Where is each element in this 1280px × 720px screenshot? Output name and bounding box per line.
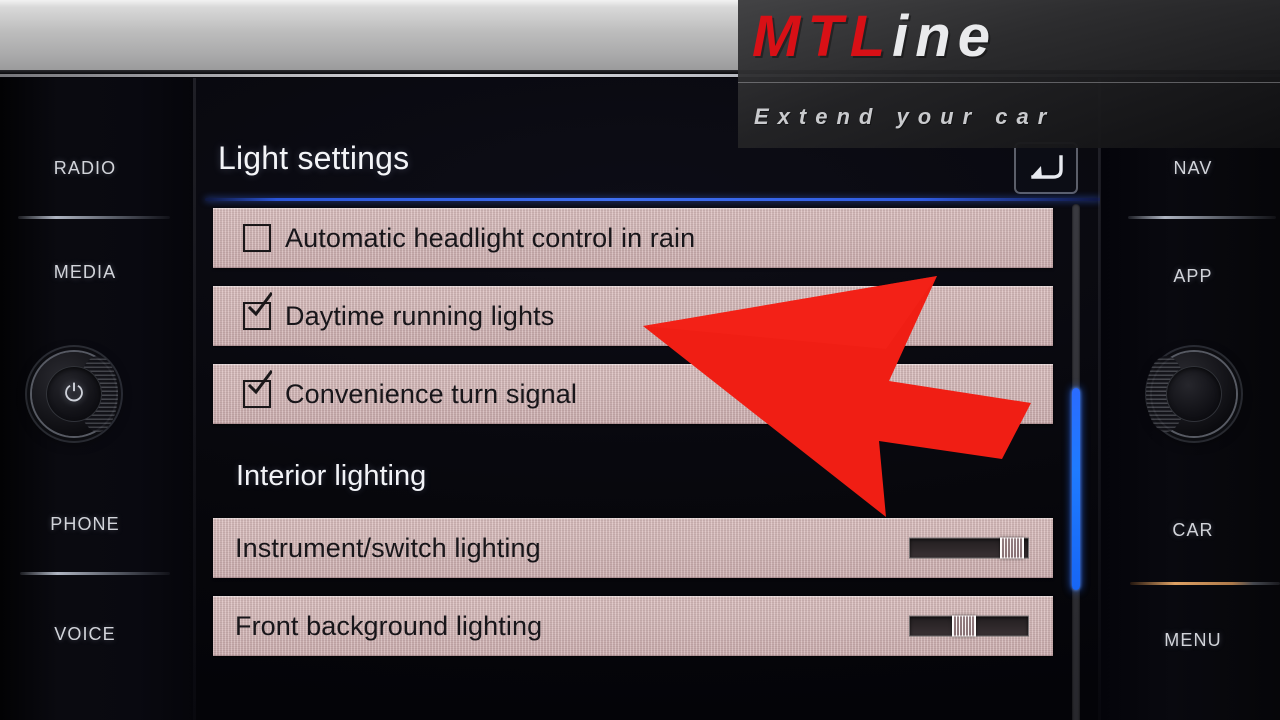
- slider-thumb[interactable]: [1000, 537, 1024, 559]
- watermark-tagline: Extend your car: [754, 104, 1056, 129]
- bezel-button-app[interactable]: APP: [1108, 266, 1278, 287]
- bezel-button-radio[interactable]: RADIO: [0, 158, 170, 179]
- list-item-daytime-running-lights[interactable]: Daytime running lights: [213, 286, 1053, 346]
- list-item-label: Front background lighting: [235, 610, 543, 641]
- bezel-button-media[interactable]: MEDIA: [0, 262, 170, 283]
- bezel-button-voice[interactable]: VOICE: [0, 624, 170, 645]
- bezel-separator-left-bottom: [20, 572, 170, 575]
- checkbox-daytime-running-lights[interactable]: [243, 292, 272, 330]
- bezel-label-nav: NAV: [1173, 158, 1213, 178]
- bezel-separator-right-top: [1128, 216, 1276, 219]
- list-item-label: Automatic headlight control in rain: [285, 222, 696, 253]
- check-icon: [247, 292, 272, 317]
- watermark-hairline: [738, 82, 1280, 83]
- bezel-label-car: CAR: [1172, 520, 1214, 540]
- checkbox-convenience-turn-signal[interactable]: [243, 370, 272, 408]
- slider-front-background-lighting[interactable]: [909, 615, 1029, 637]
- infotainment-screen: Light settings Automatic headlight contr…: [196, 78, 1100, 720]
- page-title: Light settings: [218, 140, 410, 176]
- list-item-front-background-lighting[interactable]: Front background lighting: [213, 596, 1053, 656]
- list-item-label: Convenience turn signal: [285, 378, 577, 409]
- scrollbar-thumb[interactable]: [1072, 388, 1080, 590]
- power-volume-knob[interactable]: ⏻: [32, 352, 118, 436]
- bezel-label-phone: PHONE: [50, 514, 120, 534]
- bezel-button-phone[interactable]: PHONE: [0, 514, 170, 535]
- watermark-title-white: ine: [892, 4, 997, 69]
- checkbox-automatic-headlight-control[interactable]: [243, 224, 271, 252]
- bezel-label-radio: RADIO: [53, 158, 117, 178]
- bezel-button-nav[interactable]: NAV: [1108, 158, 1278, 179]
- bezel-button-menu[interactable]: MENU: [1108, 630, 1278, 651]
- list-item-label: Instrument/switch lighting: [235, 532, 541, 563]
- bezel-separator-right-bottom: [1130, 582, 1280, 585]
- watermark-logo: MTLine Extend your car: [738, 0, 1280, 148]
- section-heading-interior-lighting: Interior lighting: [236, 460, 427, 492]
- watermark-title-red: MTL: [752, 4, 893, 69]
- head-unit-screenshot: RADIO MEDIA ⏻ PHONE VOICE NAV APP CAR ME…: [0, 0, 1280, 720]
- bezel-button-car[interactable]: CAR: [1108, 520, 1278, 541]
- bezel-label-menu: MENU: [1164, 630, 1222, 650]
- list-item-automatic-headlight-control[interactable]: Automatic headlight control in rain: [213, 208, 1053, 268]
- bezel-label-app: APP: [1173, 266, 1213, 286]
- check-icon: [247, 370, 272, 395]
- return-arrow-icon: [1031, 155, 1063, 179]
- title-divider: [205, 198, 1100, 201]
- knob-face: ⏻: [46, 366, 102, 422]
- bezel-label-media: MEDIA: [53, 262, 117, 282]
- list-item-label: Daytime running lights: [285, 300, 555, 331]
- back-button[interactable]: [1014, 142, 1078, 194]
- list-item-convenience-turn-signal[interactable]: Convenience turn signal: [213, 364, 1053, 424]
- knob-face: [1166, 366, 1222, 422]
- watermark-title: MTLine: [752, 8, 1280, 66]
- slider-thumb[interactable]: [952, 615, 976, 637]
- tune-knob[interactable]: [1146, 352, 1236, 436]
- list-item-instrument-switch-lighting[interactable]: Instrument/switch lighting: [213, 518, 1053, 578]
- bezel-label-voice: VOICE: [54, 624, 116, 644]
- power-icon: ⏻: [64, 380, 84, 407]
- bezel-separator-left-top: [18, 216, 170, 219]
- slider-instrument-switch-lighting[interactable]: [909, 537, 1029, 559]
